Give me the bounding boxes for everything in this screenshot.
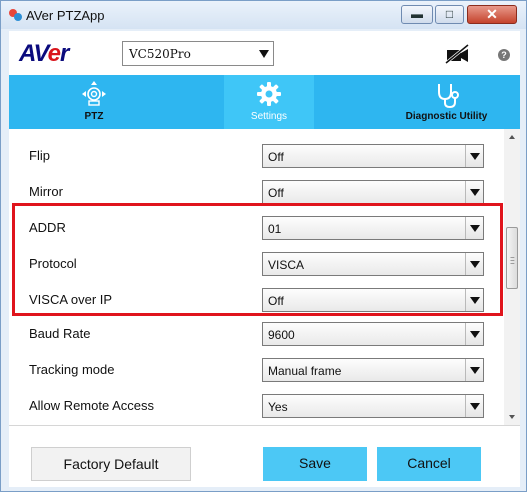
- chevron-down-icon: [465, 289, 483, 311]
- logo-suffix: r: [60, 40, 69, 67]
- select-value: 9600: [268, 328, 295, 342]
- select-value: Manual frame: [268, 364, 342, 378]
- setting-row-baud-rate: Baud Rate 9600: [9, 317, 504, 347]
- factory-default-button[interactable]: Factory Default: [31, 447, 191, 481]
- select-value: 01: [268, 222, 282, 236]
- chevron-down-icon: [256, 43, 272, 64]
- save-button[interactable]: Save: [263, 447, 367, 481]
- scroll-down-icon[interactable]: [504, 409, 520, 425]
- tracking-mode-select[interactable]: Manual frame: [262, 358, 484, 382]
- settings-panel: Flip Off Mirror Off ADDR 01 Protocol VIS…: [9, 129, 520, 425]
- device-select-value: VC520Pro: [129, 47, 191, 61]
- allow-remote-access-select[interactable]: Yes: [262, 394, 484, 418]
- scroll-up-icon[interactable]: [504, 129, 520, 145]
- tab-bar: PTZ Settings Diagnostic Utility: [9, 75, 520, 129]
- tab-diagnostic-utility[interactable]: Diagnostic Utility: [389, 75, 504, 129]
- setting-label: ADDR: [29, 220, 66, 235]
- tab-ptz-label: PTZ: [84, 111, 104, 122]
- setting-row-visca-over-ip: VISCA over IP Off: [9, 283, 504, 313]
- chevron-down-icon: [465, 145, 483, 167]
- close-button[interactable]: ✕: [467, 5, 517, 24]
- protocol-select[interactable]: VISCA: [262, 252, 484, 276]
- setting-row-protocol: Protocol VISCA: [9, 247, 504, 277]
- vertical-scrollbar[interactable]: − − −: [504, 129, 520, 425]
- grip-icon: − − −: [510, 253, 515, 268]
- setting-label: VISCA over IP: [29, 292, 113, 307]
- device-select[interactable]: VC520Pro: [122, 41, 274, 66]
- addr-select[interactable]: 01: [262, 216, 484, 240]
- close-icon: ✕: [486, 6, 498, 22]
- tab-settings[interactable]: Settings: [224, 75, 314, 129]
- chevron-down-icon: [465, 217, 483, 239]
- select-value: VISCA: [268, 258, 305, 272]
- help-icon[interactable]: ?: [498, 49, 510, 61]
- visca-over-ip-select[interactable]: Off: [262, 288, 484, 312]
- chevron-down-icon: [465, 253, 483, 275]
- mirror-select[interactable]: Off: [262, 180, 484, 204]
- ptz-camera-icon: [82, 81, 106, 106]
- gear-icon: [257, 82, 281, 106]
- select-value: Off: [268, 150, 284, 164]
- baud-rate-select[interactable]: 9600: [262, 322, 484, 346]
- maximize-icon: □: [445, 7, 454, 21]
- chevron-down-icon: [465, 359, 483, 381]
- minimize-icon: ▬: [411, 7, 423, 21]
- select-value: Off: [268, 294, 284, 308]
- logo-prefix: AV: [19, 40, 49, 67]
- chevron-down-icon: [465, 323, 483, 345]
- setting-label: Flip: [29, 148, 50, 163]
- setting-row-allow-remote-access: Allow Remote Access Yes: [9, 389, 504, 419]
- mute-camera-icon[interactable]: [444, 44, 470, 64]
- tab-ptz[interactable]: PTZ: [64, 75, 124, 129]
- cancel-button[interactable]: Cancel: [377, 447, 481, 481]
- setting-label: Baud Rate: [29, 326, 91, 341]
- tab-settings-label: Settings: [250, 111, 288, 122]
- select-value: Off: [268, 186, 284, 200]
- app-window: AVer PTZApp ▬ □ ✕ AVer VC520Pro ? PTZ Se…: [0, 0, 527, 492]
- setting-label: Allow Remote Access: [29, 398, 154, 413]
- footer-bar: Factory Default Save Cancel: [9, 425, 520, 487]
- app-header: AVer VC520Pro ?: [9, 31, 520, 75]
- scrollbar-thumb[interactable]: − − −: [506, 227, 518, 289]
- setting-row-flip: Flip Off: [9, 139, 504, 169]
- maximize-button[interactable]: □: [435, 5, 464, 24]
- setting-label: Protocol: [29, 256, 77, 271]
- minimize-button[interactable]: ▬: [401, 5, 433, 24]
- flip-select[interactable]: Off: [262, 144, 484, 168]
- setting-row-mirror: Mirror Off: [9, 175, 504, 205]
- stethoscope-icon: [437, 84, 459, 109]
- logo-red-letter: e: [47, 40, 61, 67]
- chevron-down-icon: [465, 395, 483, 417]
- setting-row-tracking-mode: Tracking mode Manual frame: [9, 353, 504, 383]
- title-bar: AVer PTZApp ▬ □ ✕: [1, 1, 526, 29]
- setting-row-addr: ADDR 01: [9, 211, 504, 241]
- window-title: AVer PTZApp: [26, 8, 105, 23]
- aver-logo: AVer: [19, 40, 69, 68]
- app-icon: [9, 9, 22, 21]
- setting-label: Mirror: [29, 184, 63, 199]
- setting-label: Tracking mode: [29, 362, 115, 377]
- select-value: Yes: [268, 400, 288, 414]
- chevron-down-icon: [465, 181, 483, 203]
- tab-diagnostic-utility-label: Diagnostic Utility: [405, 111, 488, 122]
